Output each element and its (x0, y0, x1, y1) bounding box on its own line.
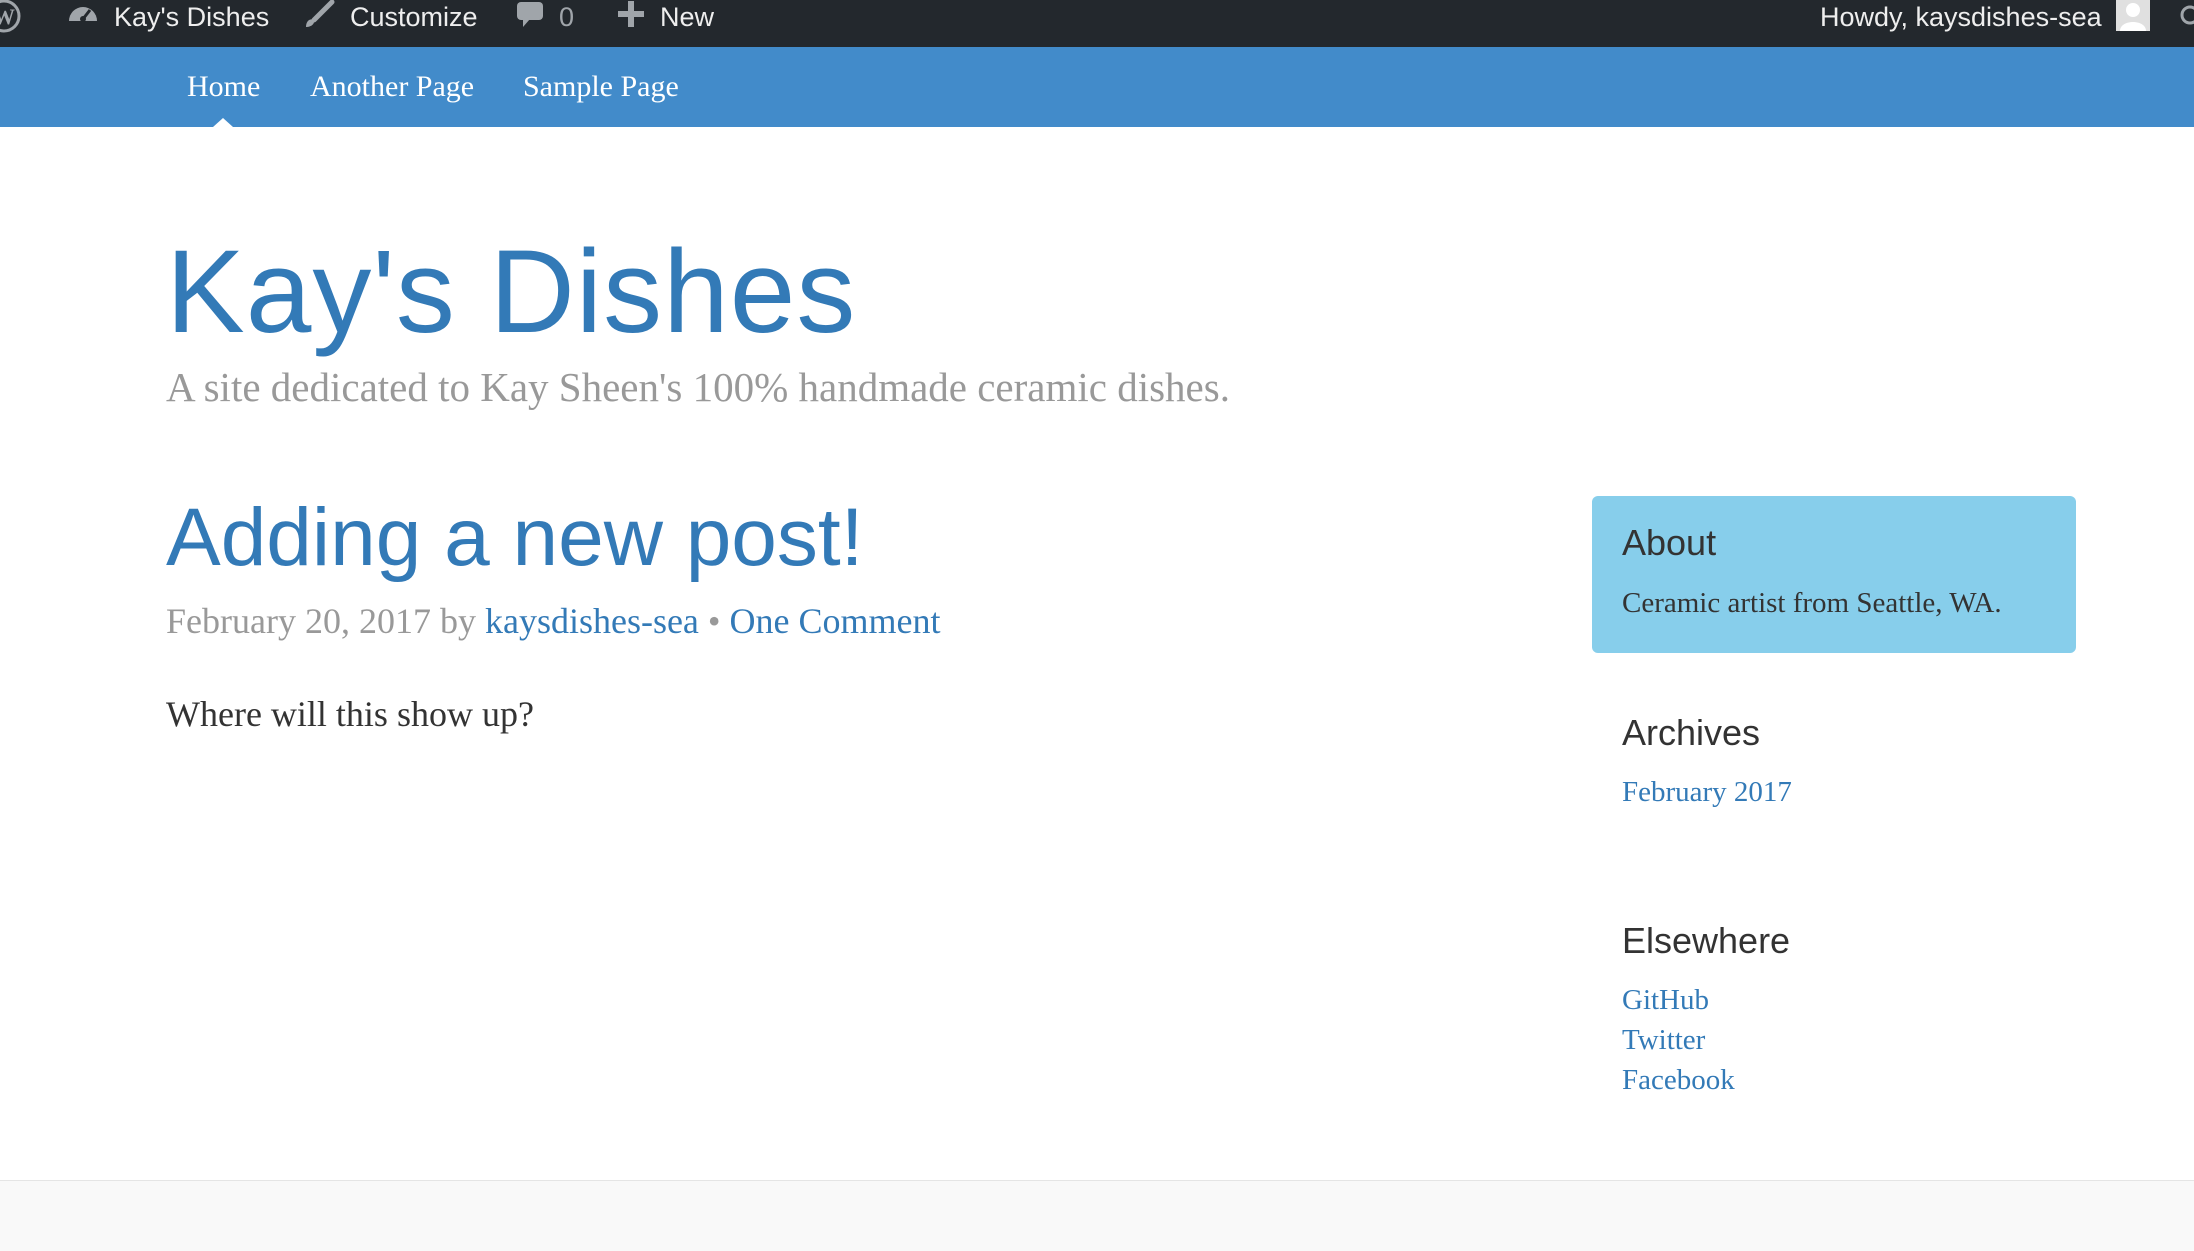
twitter-link[interactable]: Twitter (1622, 1020, 1705, 1060)
primary-navigation: Home Another Page Sample Page (0, 47, 2194, 127)
dashboard-icon (66, 0, 100, 36)
site-name-label: Kay's Dishes (114, 2, 270, 32)
plus-icon (616, 0, 646, 36)
nav-another-page[interactable]: Another Page (310, 47, 474, 127)
site-title[interactable]: Kay's Dishes (166, 222, 856, 362)
admin-bar-site-name[interactable]: Kay's Dishes (66, 0, 269, 35)
github-link[interactable]: GitHub (1622, 980, 1709, 1020)
post-author-link[interactable]: kaysdishes-sea (485, 601, 699, 641)
post-date: February 20, 2017 (166, 601, 431, 641)
site-footer (0, 1180, 2194, 1251)
about-title: About (1622, 522, 1717, 563)
admin-bar: W Kay's Dishes Customize 0 New Howdy, ka… (0, 0, 2194, 47)
user-avatar-icon (2115, 0, 2150, 38)
wordpress-logo-icon[interactable]: W (0, 0, 24, 35)
post-by: by (439, 601, 476, 641)
elsewhere-title: Elsewhere (1622, 920, 1791, 961)
search-icon[interactable] (2178, 0, 2194, 35)
paintbrush-icon (302, 0, 336, 36)
nav-home[interactable]: Home (187, 47, 260, 127)
post-content: Where will this show up? (166, 694, 534, 734)
customize-label: Customize (350, 2, 478, 32)
active-nav-indicator (213, 118, 233, 127)
post-comments-link[interactable]: One Comment (730, 601, 941, 641)
post-meta: February 20, 2017 by kaysdishes-sea • On… (166, 596, 941, 646)
new-label: New (660, 2, 715, 32)
svg-text:W: W (0, 4, 15, 29)
howdy-label: Howdy, kaysdishes-sea (1820, 2, 2102, 32)
post-title[interactable]: Adding a new post! (166, 488, 863, 588)
comments-count: 0 (559, 2, 575, 32)
archive-link[interactable]: February 2017 (1622, 772, 1792, 812)
meta-separator: • (707, 601, 721, 641)
comment-bubble-icon (515, 0, 545, 36)
about-widget: About Ceramic artist from Seattle, WA. (1592, 496, 2076, 653)
archives-title: Archives (1622, 712, 1761, 753)
facebook-link[interactable]: Facebook (1622, 1060, 1735, 1100)
site-description: A site dedicated to Kay Sheen's 100% han… (166, 364, 1230, 410)
admin-bar-new[interactable]: New (616, 0, 714, 35)
nav-sample-page[interactable]: Sample Page (523, 47, 679, 127)
about-text: Ceramic artist from Seattle, WA. (1622, 587, 2002, 619)
admin-bar-comments[interactable]: 0 (515, 0, 574, 35)
admin-bar-customize[interactable]: Customize (302, 0, 478, 35)
admin-bar-account[interactable]: Howdy, kaysdishes-sea (1820, 0, 2150, 35)
